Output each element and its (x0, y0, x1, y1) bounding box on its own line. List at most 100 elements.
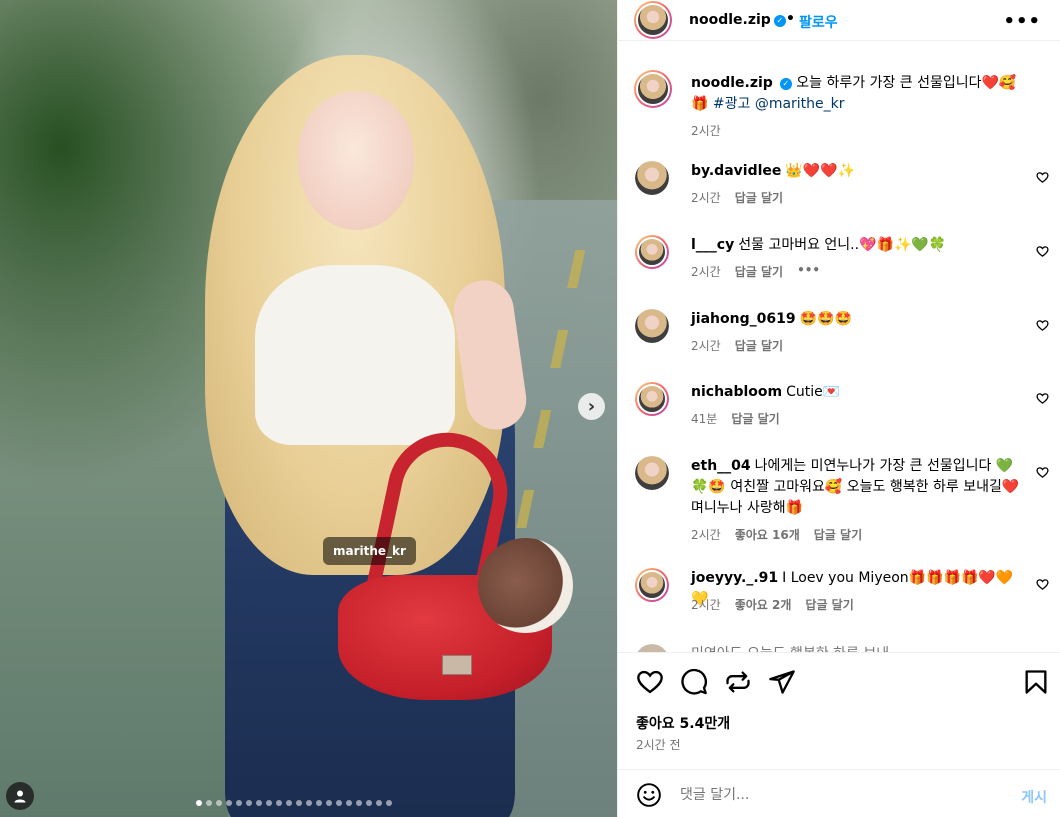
follow-button[interactable]: 팔로우 (799, 12, 838, 32)
comment-like-count[interactable]: 좋아요 16개 (735, 526, 800, 543)
carousel-dot (216, 800, 222, 806)
comment-input[interactable] (680, 783, 980, 807)
post-comment-button[interactable]: 게시 (1021, 787, 1047, 807)
post-side-panel: noodle.zip ✓ • 팔로우 ••• noodle.zip ✓ 오늘 하루가… (617, 0, 1060, 817)
carousel-dot (266, 800, 272, 806)
comment-avatar[interactable] (635, 309, 669, 343)
like-count[interactable]: 좋아요 5.4만개 (636, 713, 730, 733)
comment-avatar[interactable] (635, 568, 669, 602)
comment-text: eth__04 나에게는 미연누나가 가장 큰 선물입니다 💚🍀🤩 여친짤 고마워… (691, 456, 1021, 519)
comment-time: 2시간 (691, 191, 721, 205)
carousel-dot (196, 800, 202, 806)
carousel-dot (256, 800, 262, 806)
reply-button[interactable]: 답글 달기 (735, 263, 783, 280)
tagged-users-button[interactable] (6, 782, 34, 810)
separator-dot: • (786, 11, 795, 27)
author-avatar[interactable] (634, 1, 672, 39)
comment-like-heart-icon[interactable] (1036, 319, 1049, 332)
caption-username[interactable]: noodle.zip (691, 75, 773, 91)
comment-like-count[interactable]: 좋아요 2개 (735, 596, 792, 613)
comment-like-heart-icon[interactable] (1036, 392, 1049, 405)
comment-text: jiahong_0619 🤩🤩🤩 (691, 309, 1021, 330)
reply-button[interactable]: 답글 달기 (735, 189, 783, 206)
carousel-dot (246, 800, 252, 806)
more-options-icon[interactable]: ••• (1003, 11, 1041, 32)
comment-text: 미연아도 오늘도 행복한 하루 보내 (691, 644, 1021, 652)
comment-avatar[interactable] (635, 644, 669, 652)
comment-username[interactable]: nichabloom (691, 384, 782, 400)
comment-meta: 2시간 좋아요 2개 답글 달기 (691, 596, 854, 613)
comments-list[interactable]: noodle.zip ✓ 오늘 하루가 가장 큰 선물입니다❤️🥰 🎁 #광고 @… (618, 56, 1060, 652)
comment-avatar[interactable] (635, 382, 669, 416)
reply-button[interactable]: 답글 달기 (805, 596, 853, 613)
share-send-icon[interactable] (768, 668, 796, 696)
carousel-dot (226, 800, 232, 806)
carousel-dot (306, 800, 312, 806)
comment-like-heart-icon[interactable] (1036, 245, 1049, 258)
save-bookmark-icon[interactable] (1022, 668, 1050, 696)
caption-time: 2시간 (691, 124, 721, 138)
comment-meta: 2시간 답글 달기 (691, 189, 783, 206)
comment-more-icon[interactable]: ••• (797, 263, 820, 280)
emoji-icon[interactable] (636, 782, 662, 808)
media-user-tag[interactable]: marithe_kr (323, 537, 416, 565)
carousel-dot (326, 800, 332, 806)
comment-composer: 게시 (618, 769, 1060, 817)
comment-avatar[interactable] (635, 456, 669, 490)
comment-avatar[interactable] (635, 235, 669, 269)
comment-time: 2시간 (691, 528, 721, 542)
comment-time: 2시간 (691, 339, 721, 353)
post-timestamp: 2시간 전 (636, 738, 681, 752)
repost-icon[interactable] (724, 668, 752, 696)
carousel-dot (346, 800, 352, 806)
verified-badge-icon: ✓ (779, 78, 792, 90)
carousel-indicator (196, 800, 392, 806)
caption-meta: 2시간 (691, 122, 721, 139)
carousel-dot (206, 800, 212, 806)
post-actions-bar (618, 652, 1060, 712)
comment-text: nichabloom Cutie💌 (691, 382, 1021, 403)
comment-body: 👑❤️❤️✨ (785, 163, 856, 179)
like-heart-icon[interactable] (636, 668, 664, 696)
comment-time: 2시간 (691, 598, 721, 612)
reply-button[interactable]: 답글 달기 (735, 337, 783, 354)
comment-like-heart-icon[interactable] (1036, 171, 1049, 184)
comment-like-heart-icon[interactable] (1036, 466, 1049, 479)
comment-username[interactable]: jiahong_0619 (691, 311, 796, 327)
post-media[interactable]: marithe_kr › (0, 0, 617, 817)
comment-avatar[interactable] (635, 161, 669, 195)
comment-text: by.davidlee 👑❤️❤️✨ (691, 161, 1021, 182)
comment-like-heart-icon[interactable] (1036, 578, 1049, 591)
reply-button[interactable]: 답글 달기 (814, 526, 862, 543)
comment-text: l___cy 선물 고마버요 언니..💖🎁✨💚🍀 (691, 235, 1021, 256)
comment-meta: 41분 답글 달기 (691, 410, 780, 427)
comment-bubble-icon[interactable] (680, 668, 708, 696)
carousel-next-button[interactable]: › (578, 393, 605, 420)
caption-hashtag[interactable]: 🎁 #광고 @marithe_kr (691, 96, 845, 112)
carousel-dot (356, 800, 362, 806)
photo-face (298, 92, 414, 230)
reply-button[interactable]: 답글 달기 (731, 410, 779, 427)
photo-bag-tag (442, 655, 472, 675)
carousel-dot (386, 800, 392, 806)
comment-meta: 2시간 답글 달기 (691, 337, 783, 354)
caption-text: noodle.zip ✓ 오늘 하루가 가장 큰 선물입니다❤️🥰 🎁 #광고 @… (691, 73, 1021, 115)
comment-body: Cutie💌 (786, 384, 841, 400)
comment-time: 2시간 (691, 265, 721, 279)
comment-body: 선물 고마버요 언니..💖🎁✨💚🍀 (738, 237, 947, 253)
author-username[interactable]: noodle.zip ✓ (689, 12, 786, 28)
post-header: noodle.zip ✓ • 팔로우 ••• (618, 0, 1060, 41)
photo-blouse (255, 265, 455, 445)
carousel-dot (276, 800, 282, 806)
comment-meta: 2시간 좋아요 16개 답글 달기 (691, 526, 862, 543)
comment-username[interactable]: joeyyy._.91 (691, 570, 778, 586)
comment-username[interactable]: by.davidlee (691, 163, 781, 179)
author-avatar[interactable] (634, 70, 672, 108)
carousel-dot (316, 800, 322, 806)
comment-username[interactable]: eth__04 (691, 458, 751, 474)
comment-username[interactable]: l___cy (691, 237, 734, 253)
carousel-dot (286, 800, 292, 806)
caption-body: 오늘 하루가 가장 큰 선물입니다❤️🥰 (796, 75, 1017, 91)
photo-plush-charm (478, 538, 573, 633)
carousel-dot (236, 800, 242, 806)
